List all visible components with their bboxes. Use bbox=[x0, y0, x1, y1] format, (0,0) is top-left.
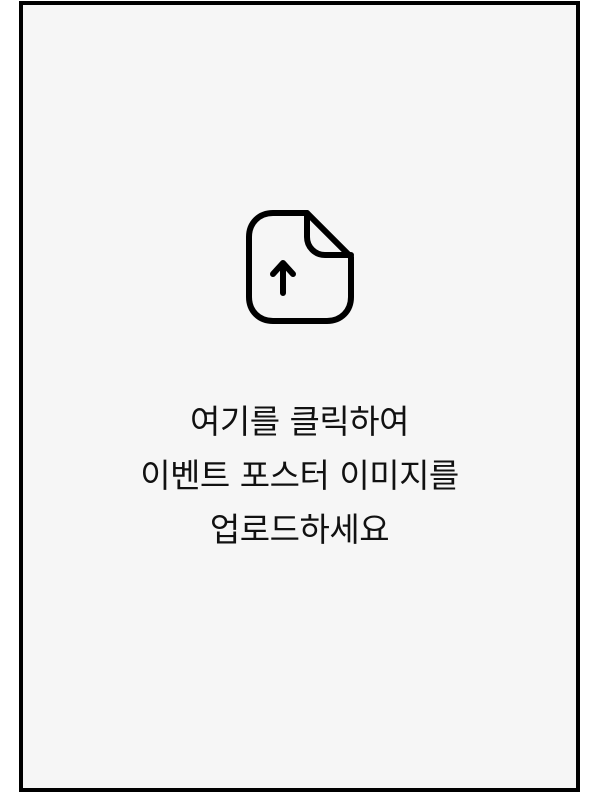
upload-prompt-line-2: 이벤트 포스터 이미지를 bbox=[140, 456, 459, 495]
upload-prompt-line-1: 여기를 클릭하여 bbox=[189, 402, 410, 441]
upload-prompt-line-3: 업로드하세요 bbox=[209, 510, 390, 549]
file-upload-icon bbox=[243, 207, 357, 325]
poster-upload-area[interactable]: 여기를 클릭하여 이벤트 포스터 이미지를 업로드하세요 bbox=[19, 1, 580, 792]
upload-prompt-text: 여기를 클릭하여 이벤트 포스터 이미지를 업로드하세요 bbox=[140, 395, 459, 557]
